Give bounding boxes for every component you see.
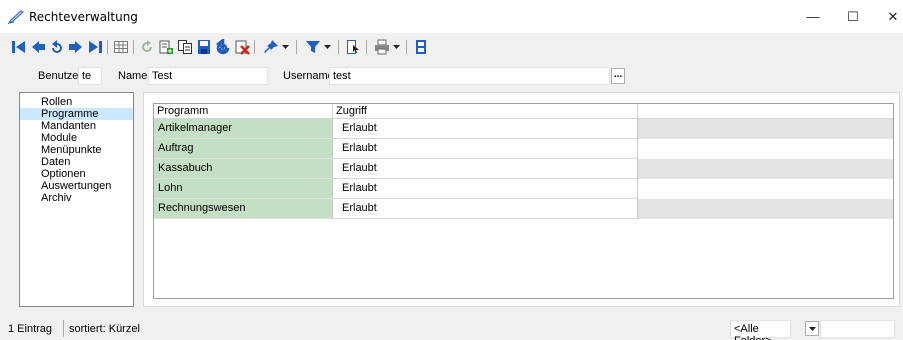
nav-item-optionen[interactable]: Optionen <box>20 168 133 180</box>
window-title: Rechteverwaltung <box>29 10 138 24</box>
table-row[interactable]: Kassabuch Erlaubt <box>154 159 893 179</box>
copy-record-icon[interactable] <box>176 38 194 56</box>
column-header-programm[interactable]: Programm <box>154 104 333 119</box>
status-separator <box>63 320 64 337</box>
first-record-icon[interactable] <box>10 38 28 56</box>
filter-icon[interactable] <box>304 38 322 56</box>
table-row[interactable]: Auftrag Erlaubt <box>154 139 893 159</box>
grid-view-icon[interactable] <box>112 38 130 56</box>
toolbar-separator <box>296 40 297 54</box>
next-record-icon[interactable] <box>67 38 85 56</box>
cell-programm[interactable]: Rechnungswesen <box>154 199 333 219</box>
toolbar-separator <box>254 40 255 54</box>
print-icon[interactable] <box>373 38 391 56</box>
close-button[interactable]: ✕ <box>870 0 903 33</box>
app-quill-icon <box>7 10 25 25</box>
permissions-grid[interactable]: Programm Zugriff Artikelmanager Erlaubt … <box>153 103 894 299</box>
table-row[interactable]: Rechnungswesen Erlaubt <box>154 199 893 219</box>
title-bar: Rechteverwaltung — ☐ ✕ <box>0 0 903 33</box>
last-record-icon[interactable] <box>86 38 104 56</box>
nav-item-mandanten[interactable]: Mandanten <box>20 120 133 132</box>
nav-item-rollen[interactable]: Rollen <box>20 96 133 108</box>
cell-programm[interactable]: Kassabuch <box>154 159 333 179</box>
table-row[interactable]: Lohn Erlaubt <box>154 179 893 199</box>
record-count: 1 Eintrag <box>8 323 53 335</box>
nav-item-menuepunkte[interactable]: Menüpunkte <box>20 144 133 156</box>
toolbar-separator <box>406 40 407 54</box>
toolbar-separator <box>133 40 134 54</box>
save-layout-icon[interactable] <box>412 38 430 56</box>
print-dropdown-chevron-icon[interactable] <box>391 38 401 56</box>
cell-programm[interactable]: Artikelmanager <box>154 119 333 139</box>
pin-icon[interactable] <box>262 38 280 56</box>
cell-zugriff[interactable]: Erlaubt <box>333 159 638 179</box>
nav-item-auswertungen[interactable]: Auswertungen <box>20 180 133 192</box>
nav-item-daten[interactable]: Daten <box>20 156 133 168</box>
nav-item-module[interactable]: Module <box>20 132 133 144</box>
cell-empty <box>638 159 893 179</box>
status-bar: 1 Eintrag sortiert: Kürzel <Alle Felder> <box>0 317 903 340</box>
toolbar-separator <box>338 40 339 54</box>
field-filter-chevron-down-icon[interactable] <box>805 321 819 336</box>
toolbar <box>0 35 903 59</box>
name-label: Name <box>118 70 148 82</box>
search-input[interactable] <box>820 320 895 338</box>
page-icon[interactable] <box>344 38 362 56</box>
new-record-icon[interactable] <box>157 38 175 56</box>
username-label: Username <box>283 70 334 82</box>
user-form: Benutzer te Name Test Username test ... <box>0 63 903 89</box>
name-field[interactable]: Test <box>148 67 268 85</box>
refresh-icon[interactable] <box>138 38 156 56</box>
cell-empty <box>638 139 893 159</box>
cell-zugriff[interactable]: Erlaubt <box>333 119 638 139</box>
sort-status: sortiert: Kürzel <box>69 323 140 335</box>
username-field[interactable]: test <box>329 67 610 85</box>
cancel-edit-icon[interactable] <box>214 38 232 56</box>
toolbar-separator <box>366 40 367 54</box>
nav-item-archiv[interactable]: Archiv <box>20 192 133 204</box>
prev-record-icon[interactable] <box>29 38 47 56</box>
cell-programm[interactable]: Auftrag <box>154 139 333 159</box>
benutzer-label: Benutzer <box>38 70 83 82</box>
field-filter-select[interactable]: <Alle Felder> <box>730 320 791 340</box>
toolbar-separator <box>107 40 108 54</box>
pin-dropdown-chevron-icon[interactable] <box>280 38 290 56</box>
cell-programm[interactable]: Lohn <box>154 179 333 199</box>
cell-zugriff[interactable]: Erlaubt <box>333 139 638 159</box>
column-header-empty <box>638 104 893 119</box>
delete-icon[interactable] <box>233 38 251 56</box>
table-row[interactable]: Artikelmanager Erlaubt <box>154 119 893 139</box>
save-icon[interactable] <box>195 38 213 56</box>
filter-dropdown-chevron-icon[interactable] <box>322 38 332 56</box>
category-list[interactable]: Rollen Programme Mandanten Module Menüpu… <box>19 92 134 307</box>
cell-zugriff[interactable]: Erlaubt <box>333 179 638 199</box>
nav-item-programme[interactable]: Programme <box>20 108 133 120</box>
column-header-zugriff[interactable]: Zugriff <box>333 104 638 119</box>
cell-empty <box>638 199 893 219</box>
benutzer-field[interactable]: te <box>78 67 102 85</box>
cell-zugriff[interactable]: Erlaubt <box>333 199 638 219</box>
cell-empty <box>638 119 893 139</box>
undo-icon[interactable] <box>48 38 66 56</box>
username-browse-button[interactable]: ... <box>611 68 625 84</box>
cell-empty <box>638 179 893 199</box>
